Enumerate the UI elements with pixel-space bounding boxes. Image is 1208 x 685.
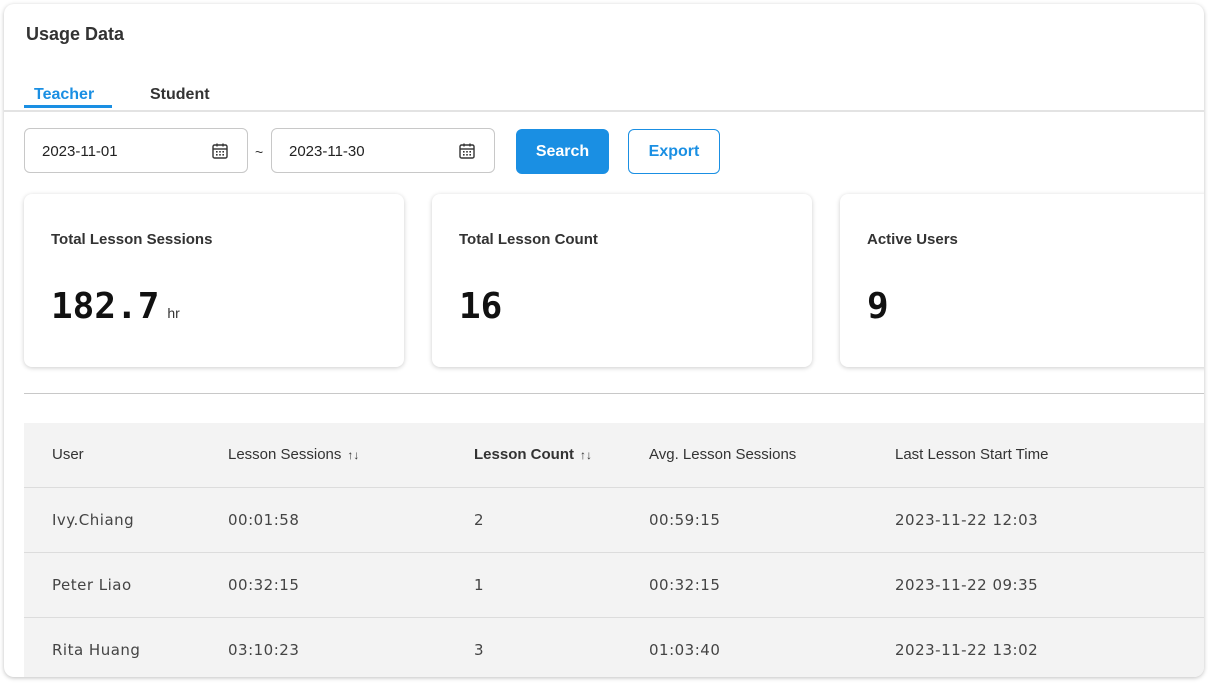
cell-avg-lesson-sessions: 01:03:40 bbox=[649, 641, 721, 659]
active-users-card: Active Users 9 bbox=[840, 194, 1204, 367]
card-value: 16 bbox=[459, 286, 503, 327]
calendar-icon[interactable] bbox=[211, 142, 229, 160]
cell-user: Peter Liao bbox=[52, 576, 132, 594]
cell-lesson-sessions: 00:32:15 bbox=[228, 576, 300, 594]
usage-data-panel: Usage Data Teacher Student 2023-11-01 ~ … bbox=[4, 4, 1204, 677]
date-range-separator: ~ bbox=[255, 144, 264, 160]
cell-user: Rita Huang bbox=[52, 641, 141, 659]
cell-last-lesson-start-time: 2023-11-22 12:03 bbox=[895, 511, 1039, 529]
sort-icon[interactable]: ↑↓ bbox=[580, 448, 592, 462]
usage-table: User Lesson Sessions ↑↓ Lesson Count ↑↓ Av… bbox=[24, 423, 1204, 677]
header-last-lesson-start-time: Last Lesson Start Time bbox=[895, 446, 1049, 463]
cell-avg-lesson-sessions: 00:32:15 bbox=[649, 576, 721, 594]
tab-bar: Teacher Student bbox=[4, 80, 1204, 112]
card-label: Total Lesson Sessions bbox=[51, 231, 213, 248]
card-label: Total Lesson Count bbox=[459, 231, 598, 248]
cell-lesson-sessions: 00:01:58 bbox=[228, 511, 300, 529]
cell-lesson-count: 1 bbox=[474, 576, 485, 594]
card-value: 182.7 hr bbox=[51, 286, 180, 327]
cell-lesson-count: 2 bbox=[474, 511, 485, 529]
card-value-unit: hr bbox=[167, 305, 180, 321]
header-label: Lesson Count bbox=[474, 446, 574, 463]
start-date-field[interactable]: 2023-11-01 bbox=[24, 128, 248, 173]
cell-last-lesson-start-time: 2023-11-22 13:02 bbox=[895, 641, 1039, 659]
cell-lesson-sessions: 03:10:23 bbox=[228, 641, 300, 659]
start-date-value: 2023-11-01 bbox=[42, 143, 118, 160]
table-header: User Lesson Sessions ↑↓ Lesson Count ↑↓ Av… bbox=[24, 423, 1204, 488]
tab-teacher[interactable]: Teacher bbox=[34, 86, 94, 104]
search-button[interactable]: Search bbox=[516, 129, 609, 174]
cell-user: Ivy.Chiang bbox=[52, 511, 135, 529]
header-label: Lesson Sessions bbox=[228, 446, 342, 463]
page-title: Usage Data bbox=[26, 24, 125, 44]
card-label: Active Users bbox=[867, 231, 958, 248]
active-tab-indicator bbox=[24, 105, 112, 108]
export-button[interactable]: Export bbox=[628, 129, 720, 174]
cell-lesson-count: 3 bbox=[474, 641, 485, 659]
header-user: User bbox=[52, 446, 84, 463]
tab-student[interactable]: Student bbox=[150, 86, 210, 104]
calendar-icon[interactable] bbox=[458, 142, 476, 160]
table-row[interactable]: Rita Huang 03:10:23 3 01:03:40 2023-11-2… bbox=[24, 618, 1204, 677]
cell-avg-lesson-sessions: 00:59:15 bbox=[649, 511, 721, 529]
table-row[interactable]: Peter Liao 00:32:15 1 00:32:15 2023-11-2… bbox=[24, 553, 1204, 618]
table-row[interactable]: Ivy.Chiang 00:01:58 2 00:59:15 2023-11-2… bbox=[24, 488, 1204, 553]
cell-last-lesson-start-time: 2023-11-22 09:35 bbox=[895, 576, 1039, 594]
sort-icon[interactable]: ↑↓ bbox=[347, 448, 359, 462]
end-date-value: 2023-11-30 bbox=[289, 143, 365, 160]
card-value: 9 bbox=[867, 286, 889, 327]
header-lesson-count[interactable]: Lesson Count ↑↓ bbox=[474, 423, 592, 487]
header-lesson-sessions[interactable]: Lesson Sessions ↑↓ bbox=[228, 423, 359, 487]
total-lesson-count-card: Total Lesson Count 16 bbox=[432, 194, 812, 367]
total-lesson-sessions-card: Total Lesson Sessions 182.7 hr bbox=[24, 194, 404, 367]
section-divider bbox=[24, 393, 1204, 394]
header-avg-lesson-sessions: Avg. Lesson Sessions bbox=[649, 446, 797, 463]
card-value-number: 182.7 bbox=[51, 286, 160, 327]
end-date-field[interactable]: 2023-11-30 bbox=[271, 128, 495, 173]
